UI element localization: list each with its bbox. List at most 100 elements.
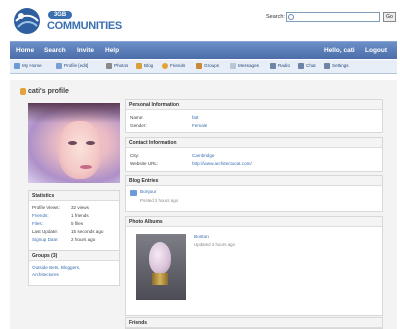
album-thumbnail[interactable] xyxy=(136,234,186,300)
stat-value: 1 friends xyxy=(71,213,89,218)
messages-icon xyxy=(230,63,236,69)
subnav-profile[interactable]: Profile [edit] xyxy=(56,63,88,69)
subnav-label: Messages xyxy=(238,63,259,69)
main-nav: Home Search Invite Help Hello, cati Logo… xyxy=(10,41,397,59)
stat-row: Files: 5 files xyxy=(29,221,121,228)
user-icon xyxy=(20,88,26,95)
stat-label: Profile Views: xyxy=(32,205,60,210)
subnav-label: Friends xyxy=(170,63,186,69)
photos-icon xyxy=(106,63,112,69)
website-value[interactable]: http://www.architectucat.com/ xyxy=(192,161,252,166)
profile-photo[interactable] xyxy=(28,103,120,183)
nav-search[interactable]: Search xyxy=(44,47,66,54)
subnav-messages[interactable]: Messages xyxy=(230,63,259,69)
subnav-label: Settings xyxy=(332,63,349,69)
blog-entry-meta: Posted 2 hours ago xyxy=(140,198,179,203)
personal-info-heading: Personal Information xyxy=(126,100,382,110)
header: 3GB COMMUNITIES Search: Go xyxy=(0,0,400,40)
blog-icon xyxy=(136,63,142,69)
photo-lips xyxy=(80,165,92,169)
nav-help[interactable]: Help xyxy=(105,47,119,54)
subnav-label: Photos xyxy=(114,63,129,69)
gender-value[interactable]: Female xyxy=(192,123,207,128)
album-title[interactable]: Boston xyxy=(194,235,209,240)
name-label: Name: xyxy=(130,115,144,120)
subnav-photos[interactable]: Photos xyxy=(106,63,128,69)
stat-value: 2 hours ago xyxy=(71,237,96,242)
chat-icon xyxy=(298,63,304,69)
groups-links[interactable]: Architectures xyxy=(32,272,59,277)
search-icon xyxy=(288,14,294,20)
page-title: cati's profile xyxy=(28,88,69,95)
bulb-image xyxy=(149,242,171,274)
photo-eye xyxy=(86,141,95,145)
stat-row: Friends: 1 friends xyxy=(29,213,121,220)
search-label: Search: xyxy=(266,14,285,20)
groups-links[interactable]: Outside Bets, Bloggers, xyxy=(32,265,80,270)
subnav-label: Blog xyxy=(144,63,154,69)
logout-link[interactable]: Logout xyxy=(365,47,387,54)
album-meta: Updated 2 hours ago xyxy=(194,242,236,247)
settings-icon xyxy=(324,63,330,69)
nav-invite[interactable]: Invite xyxy=(77,47,94,54)
stat-value: 32 views xyxy=(71,205,89,210)
blog-box: Blog Entries Bonjour Posted 2 hours ago xyxy=(125,175,383,212)
subnav-settings[interactable]: Settings xyxy=(324,63,349,69)
personal-info-box: Personal Information Name: fatt Gender: … xyxy=(125,99,383,133)
stat-label: Last Update: xyxy=(32,229,59,234)
profile-icon xyxy=(56,63,62,69)
photo-face xyxy=(58,121,102,179)
subnav-label: Groups xyxy=(204,63,220,69)
radio-icon xyxy=(270,63,276,69)
albums-box: Photo Albums Boston Updated 2 hours ago xyxy=(125,216,383,316)
stat-row: Last Update: 15 seconds ago xyxy=(29,229,121,236)
blog-heading: Blog Entries xyxy=(126,176,382,186)
logo-text: COMMUNITIES xyxy=(47,20,122,32)
subnav-label: Radio xyxy=(278,63,291,69)
blog-entry-icon xyxy=(130,190,137,196)
friends-icon xyxy=(162,63,168,69)
subnav-friends[interactable]: Friends xyxy=(162,63,185,69)
search-input[interactable] xyxy=(286,12,380,22)
friends-heading: Friends xyxy=(126,318,382,328)
groups-icon xyxy=(196,63,202,69)
subnav-label: Chat xyxy=(306,63,316,69)
contact-info-heading: Contact Information xyxy=(126,138,382,148)
site-logo[interactable]: 3GB COMMUNITIES xyxy=(12,6,132,36)
statistics-heading: Statistics xyxy=(29,191,119,201)
stat-label[interactable]: Friends: xyxy=(32,213,49,218)
blog-entry-title[interactable]: Bonjour xyxy=(140,190,157,195)
logo-globe-icon xyxy=(14,8,40,34)
subnav-radio[interactable]: Radio xyxy=(270,63,290,69)
groups-heading: Groups (3) xyxy=(29,251,119,261)
subnav-my-home[interactable]: My Home xyxy=(14,63,42,69)
logo-badge: 3GB xyxy=(48,11,72,19)
name-value[interactable]: fatt xyxy=(192,115,198,120)
subnav-label: My Home xyxy=(22,63,42,69)
nav-home[interactable]: Home xyxy=(16,47,34,54)
bulb-base xyxy=(152,273,168,285)
stat-row: Profile Views: 32 views xyxy=(29,205,121,212)
website-label: Website URL: xyxy=(130,161,159,166)
subnav-label: Profile [edit] xyxy=(64,63,89,69)
stat-row: Signup Date: 2 hours ago xyxy=(29,237,121,244)
stat-value: 15 seconds ago xyxy=(71,229,104,234)
contact-info-box: Contact Information City: Cambridge Webs… xyxy=(125,137,383,172)
city-label: City: xyxy=(130,153,140,158)
subnav-blog[interactable]: Blog xyxy=(136,63,153,69)
city-value[interactable]: Cambridge xyxy=(192,153,214,158)
sub-nav: My Home Profile [edit] Photos Blog Frien… xyxy=(10,60,397,74)
subnav-chat[interactable]: Chat xyxy=(298,63,316,69)
friends-box: Friends xyxy=(125,317,383,329)
albums-heading: Photo Albums xyxy=(126,217,382,227)
subnav-groups[interactable]: Groups xyxy=(196,63,219,69)
photo-hair xyxy=(28,103,120,123)
go-button[interactable]: Go xyxy=(383,12,396,22)
home-icon xyxy=(14,63,20,69)
stat-label[interactable]: Signup Date: xyxy=(32,237,59,242)
photo-eye xyxy=(68,141,77,145)
stat-value: 5 files xyxy=(71,221,84,226)
stat-label[interactable]: Files: xyxy=(32,221,43,226)
groups-box: Groups (3) Outside Bets, Bloggers, Archi… xyxy=(28,250,120,286)
gender-label: Gender: xyxy=(130,123,147,128)
